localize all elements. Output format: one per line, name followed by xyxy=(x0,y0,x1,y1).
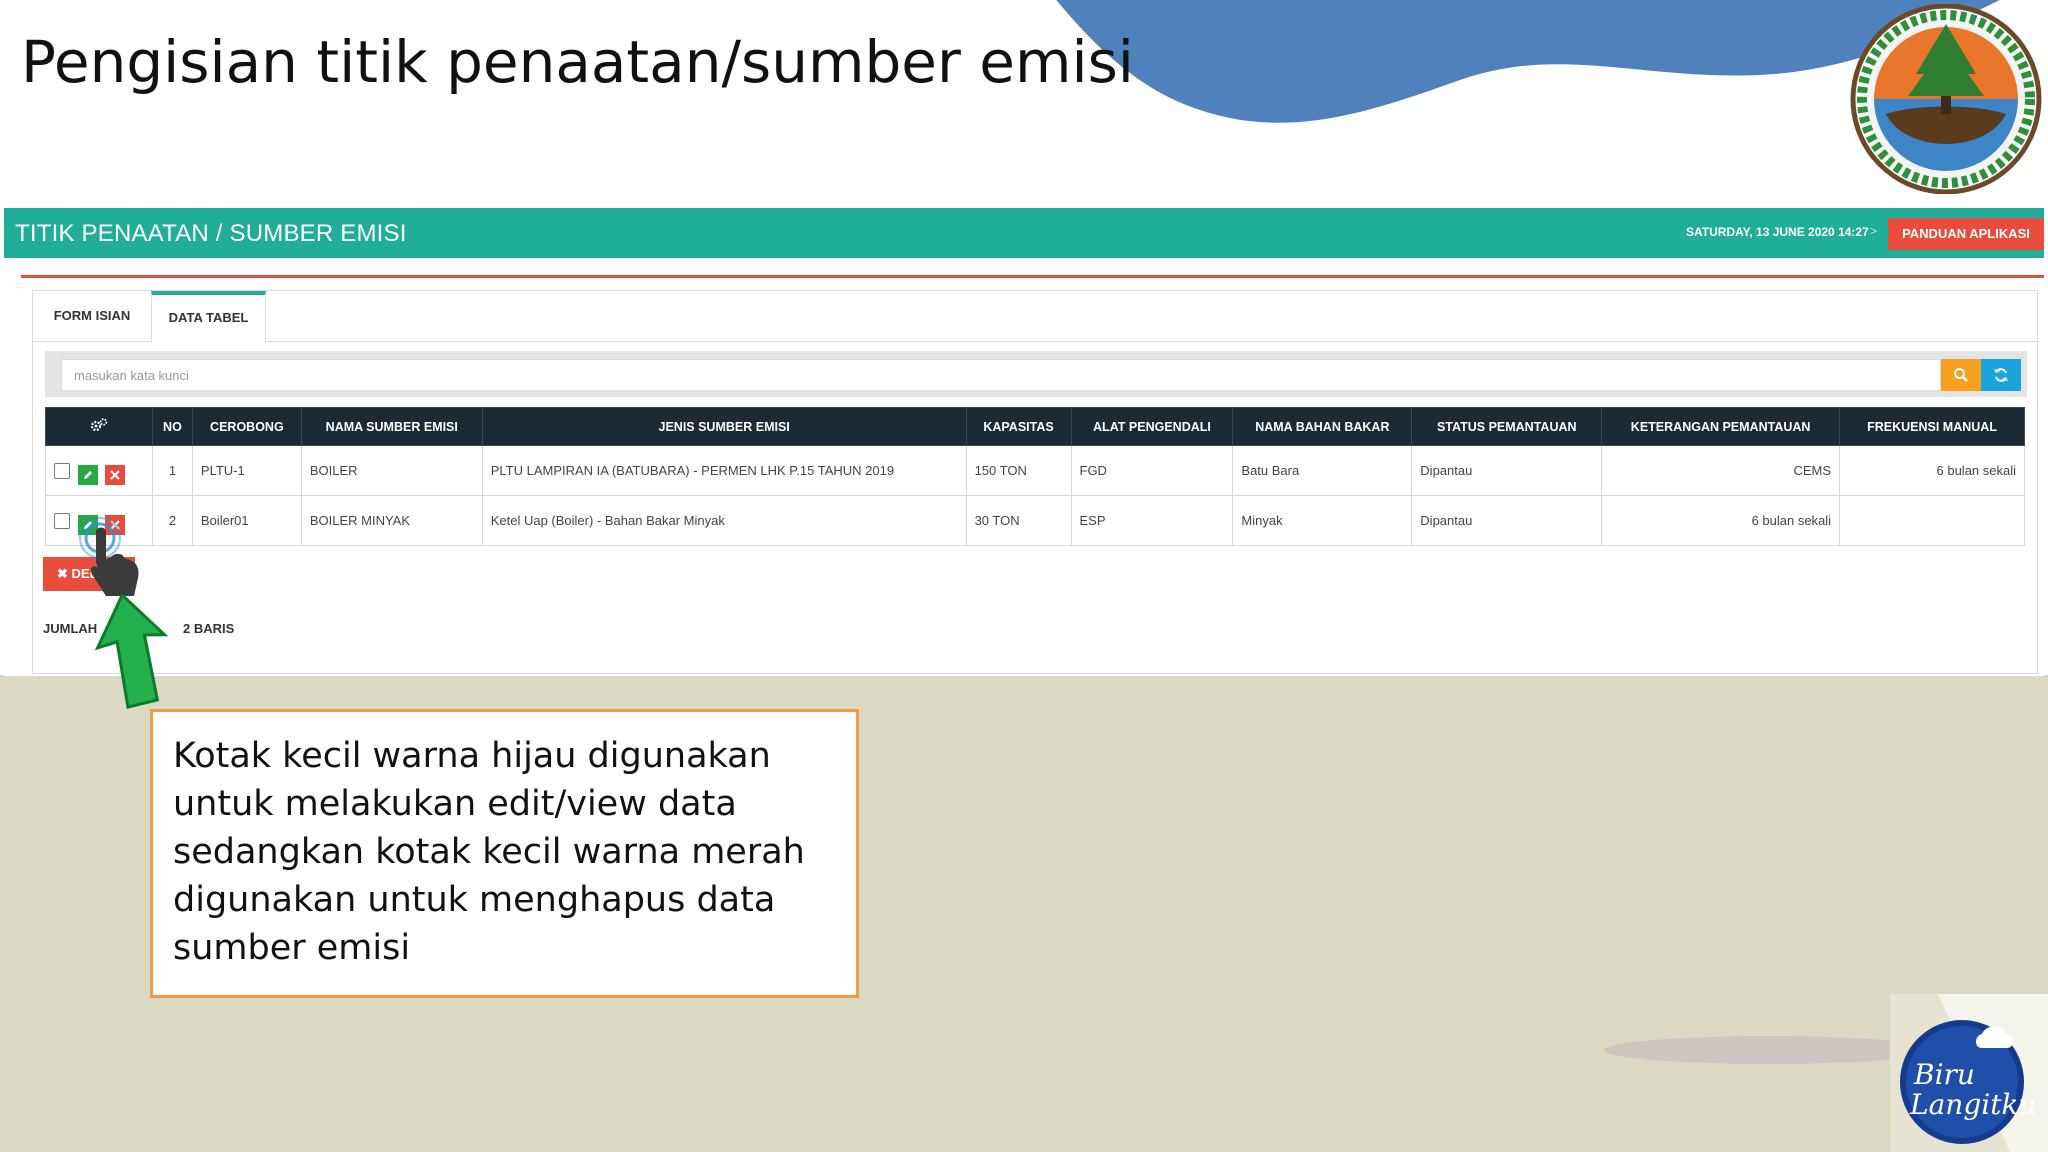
refresh-button[interactable] xyxy=(1981,359,2021,391)
data-panel: FORM ISIAN DATA TABEL N xyxy=(32,290,2039,674)
column-header[interactable]: ALAT PENGENDALI xyxy=(1070,407,1234,446)
search-icon xyxy=(1954,368,1968,382)
row-checkbox[interactable] xyxy=(54,512,70,529)
cell-nama-bahan-bakar: Minyak xyxy=(1232,495,1413,546)
column-header[interactable]: STATUS PEMANTAUAN xyxy=(1411,407,1603,446)
logo-text-biru: Biru xyxy=(1913,1058,1975,1091)
cell-keterangan-pemantauan: CEMS xyxy=(1601,445,1841,496)
close-icon xyxy=(110,469,121,480)
cell-cerobong: PLTU-1 xyxy=(191,445,302,496)
column-header[interactable]: KETERANGAN PEMANTAUAN xyxy=(1601,407,1841,446)
logo-text-langitku: Langitku xyxy=(1909,1088,2036,1121)
search-bar xyxy=(45,351,2027,397)
column-header[interactable]: FREKUENSI MANUAL xyxy=(1839,407,2025,446)
cell-keterangan-pemantauan: 6 bulan sekali xyxy=(1601,495,1841,546)
search-input[interactable] xyxy=(61,359,1941,391)
tab-form-isian[interactable]: FORM ISIAN xyxy=(33,291,151,341)
cell-jenis-sumber-emisi: Ketel Uap (Boiler) - Bahan Bakar Minyak xyxy=(481,495,967,546)
pencil-icon xyxy=(83,470,92,479)
table-row: 2 Boiler01 BOILER MINYAK Ketel Uap (Boil… xyxy=(45,495,2025,546)
row-checkbox[interactable] xyxy=(54,462,70,479)
app-window: TITIK PENAATAN / SUMBER EMISI SATURDAY, … xyxy=(4,208,2044,676)
row-actions xyxy=(45,445,153,496)
column-header[interactable]: JENIS SUMBER EMISI xyxy=(481,407,967,446)
cell-alat-pengendali: ESP xyxy=(1070,495,1234,546)
cell-status-pemantauan: Dipantau xyxy=(1411,445,1603,496)
gears-icon xyxy=(90,418,108,432)
cell-status-pemantauan: Dipantau xyxy=(1411,495,1603,546)
column-header[interactable]: NO xyxy=(151,407,193,446)
biru-langitku-logo: Biru Langitku xyxy=(1890,994,2048,1152)
cell-nama-sumber-emisi: BOILER MINYAK xyxy=(300,495,483,546)
cell-cerobong: Boiler01 xyxy=(191,495,302,546)
tab-data-tabel[interactable]: DATA TABEL xyxy=(151,291,266,341)
app-title: TITIK PENAATAN / SUMBER EMISI xyxy=(15,220,407,247)
column-header[interactable]: CEROBONG xyxy=(191,407,302,446)
cell-jenis-sumber-emisi: PLTU LAMPIRAN IA (BATUBARA) - PERMEN LHK… xyxy=(481,445,967,496)
search-button[interactable] xyxy=(1941,359,1981,391)
cell-no: 1 xyxy=(151,445,193,496)
edit-button[interactable] xyxy=(77,464,98,485)
refresh-icon xyxy=(1994,368,2008,382)
tab-divider xyxy=(33,341,2039,342)
cell-alat-pengendali: FGD xyxy=(1070,445,1234,496)
callout-box: Kotak kecil warna hijau digunakan untuk … xyxy=(150,709,859,998)
cell-no: 2 xyxy=(151,495,193,546)
cell-nama-bahan-bakar: Batu Bara xyxy=(1232,445,1413,496)
row-count-value: 2 BARIS xyxy=(183,621,235,636)
green-arrow-icon xyxy=(94,592,169,709)
app-header: TITIK PENAATAN / SUMBER EMISI SATURDAY, … xyxy=(4,208,2044,258)
column-header[interactable]: NAMA SUMBER EMISI xyxy=(300,407,483,446)
table-row: 1 PLTU-1 BOILER PLTU LAMPIRAN IA (BATUBA… xyxy=(45,445,2025,496)
data-table: NO CEROBONG NAMA SUMBER EMISI JENIS SUMB… xyxy=(45,407,2025,546)
actions-column-header xyxy=(45,407,153,446)
delete-row-button[interactable] xyxy=(105,464,126,485)
decorative-shadow xyxy=(1604,1036,1934,1064)
cell-kapasitas: 30 TON xyxy=(965,495,1072,546)
cell-kapasitas: 150 TON xyxy=(965,445,1072,496)
datetime-display: SATURDAY, 13 JUNE 2020 14:27 xyxy=(1686,225,1869,239)
table-header-row: NO CEROBONG NAMA SUMBER EMISI JENIS SUMB… xyxy=(45,407,2025,446)
panduan-aplikasi-button[interactable]: PANDUAN APLIKASI xyxy=(1888,218,2044,250)
cell-nama-sumber-emisi: BOILER xyxy=(300,445,483,496)
callout-text: Kotak kecil warna hijau digunakan untuk … xyxy=(173,736,805,968)
column-header[interactable]: KAPASITAS xyxy=(965,407,1072,446)
header-divider xyxy=(21,275,2044,278)
klhk-logo xyxy=(1850,4,2042,194)
cell-frekuensi-manual xyxy=(1839,495,2025,546)
column-header[interactable]: NAMA BAHAN BAKAR xyxy=(1232,407,1413,446)
datetime-separator: > xyxy=(1870,224,1878,238)
cell-frekuensi-manual: 6 bulan sekali xyxy=(1839,445,2025,496)
slide-title: Pengisian titik penaatan/sumber emisi xyxy=(21,28,1134,96)
